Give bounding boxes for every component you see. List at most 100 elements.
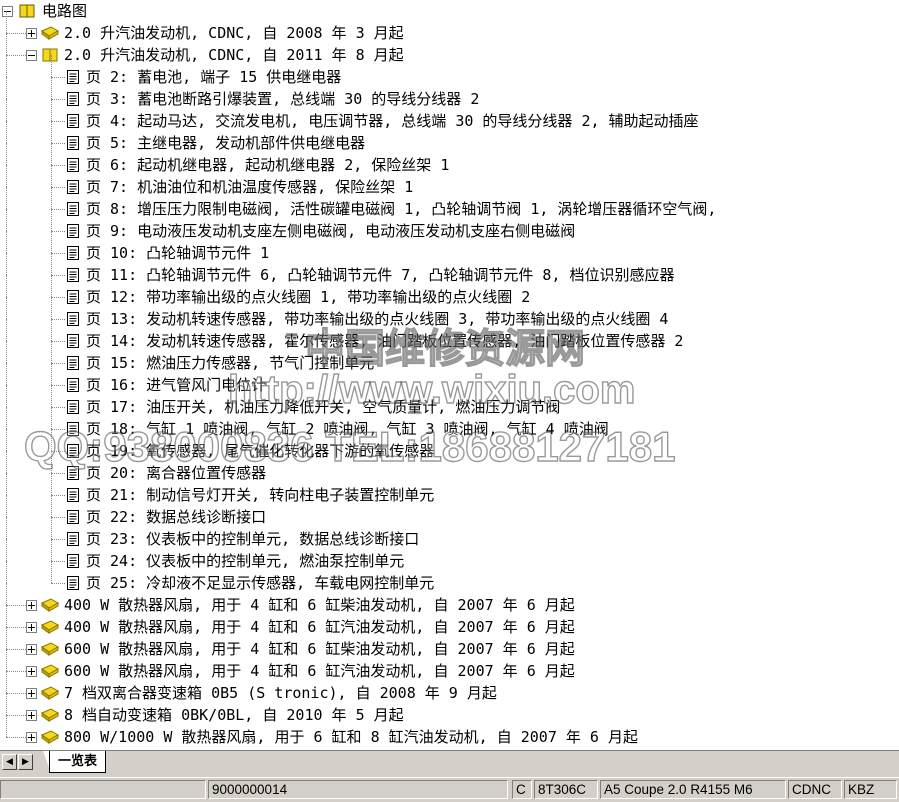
tree-page-item[interactable]: 页 24: 仪表板中的控制单元, 燃油泵控制单元 (0, 539, 899, 572)
tree-line (51, 209, 52, 231)
tree-page-item[interactable]: 页 4: 起动马达, 交流发电机, 电压调节器, 总线端 30 的导线分线器 2… (0, 99, 899, 132)
tree-page-label: 页 20: 离合器位置传感器 (86, 464, 267, 482)
tree-line (51, 319, 65, 320)
tree-page-item[interactable]: 页 12: 带功率输出级的点火线圈 1, 带功率输出级的点火线圈 2 (0, 275, 899, 308)
tree-line (51, 121, 65, 122)
tree-page-item[interactable]: 页 3: 蓄电池断路引爆装置, 总线端 30 的导线分线器 2 (0, 77, 899, 110)
document-page-icon (67, 224, 79, 238)
tree-line (6, 517, 7, 539)
tree-line (6, 99, 7, 121)
tree-root-label: 电路图 (42, 2, 88, 20)
tree-folder-item[interactable]: 600 W 散热器风扇, 用于 4 缸和 6 缸汽油发动机, 自 2007 年 … (0, 649, 899, 682)
collapse-toggle[interactable] (26, 50, 37, 61)
tree-line (51, 385, 65, 386)
tree-line (51, 55, 52, 77)
tab-overview[interactable]: 一览表 (49, 751, 107, 773)
tree-page-item[interactable]: 页 18: 气缸 1 喷油阀, 气缸 2 喷油阀, 气缸 3 喷油阀, 气缸 4… (0, 407, 899, 440)
tab-scroll-left-button[interactable]: ◀ (2, 754, 17, 770)
tree-line (6, 473, 7, 495)
tree-page-item[interactable]: 页 11: 凸轮轴调节元件 6, 凸轮轴调节元件 7, 凸轮轴调节元件 8, 档… (0, 253, 899, 286)
tree-page-label: 页 16: 进气管风门电位计 (86, 376, 267, 394)
wiring-diagram-tree[interactable]: 电路图 2.0 升汽油发动机, CDNC, 自 2008 年 3 月起 2.0 升… (0, 0, 899, 750)
tree-line (51, 473, 65, 474)
tree-line (6, 165, 7, 187)
tree-page-item[interactable]: 页 14: 发动机转速传感器, 霍尔传感器, 油门踏板位置传感器, 油门踏板位置… (0, 319, 899, 352)
tree-page-item[interactable]: 页 15: 燃油压力传感器, 节气门控制单元 (0, 341, 899, 374)
book-open-icon (19, 4, 35, 18)
tree-line (51, 583, 65, 584)
tree-line (51, 385, 52, 407)
tree-folder-item[interactable]: 8 档自动变速箱 0BK/0BL, 自 2010 年 5 月起 (0, 693, 899, 726)
tree-line (51, 209, 65, 210)
tree-page-item[interactable]: 页 19: 氧传感器, 尾气催化转化器下游的氧传感器 (0, 429, 899, 462)
expand-toggle[interactable] (26, 644, 37, 655)
tree-page-label: 页 10: 凸轮轴调节元件 1 (86, 244, 270, 262)
tree-page-item[interactable]: 页 22: 数据总线诊断接口 (0, 495, 899, 528)
tree-page-label: 页 18: 气缸 1 喷油阀, 气缸 2 喷油阀, 气缸 3 喷油阀, 气缸 4… (86, 420, 609, 438)
tree-folder-item[interactable]: 400 W 散热器风扇, 用于 4 缸和 6 缸汽油发动机, 自 2007 年 … (0, 605, 899, 638)
tree-page-item[interactable]: 页 8: 增压压力限制电磁阀, 活性碳罐电磁阀 1, 凸轮轴调节阀 1, 涡轮增… (0, 187, 899, 220)
tree-line (51, 561, 52, 583)
tree-folder-item[interactable]: 2.0 升汽油发动机, CDNC, 自 2008 年 3 月起 (0, 11, 899, 44)
document-page-icon (67, 246, 79, 260)
tree-page-item[interactable]: 页 9: 电动液压发动机支座左侧电磁阀, 电动液压发动机支座右侧电磁阀 (0, 209, 899, 242)
document-page-icon (67, 70, 79, 84)
document-page-icon (67, 114, 79, 128)
tree-line (6, 407, 7, 429)
tree-page-item[interactable]: 页 2: 蓄电池, 端子 15 供电继电器 (0, 55, 899, 88)
document-page-icon (67, 422, 79, 436)
document-page-icon (67, 290, 79, 304)
status-model: A5 Coupe 2.0 R4155 M6 (600, 780, 786, 799)
tree-line (6, 715, 7, 737)
tab-scroll-right-button[interactable]: ▶ (18, 754, 33, 770)
book-closed-icon (41, 686, 59, 700)
tree-line (51, 165, 65, 166)
tree-page-label: 页 4: 起动马达, 交流发电机, 电压调节器, 总线端 30 的导线分线器 2… (86, 112, 699, 130)
tree-page-item[interactable]: 页 25: 冷却液不足显示传感器, 车载电网控制单元 (0, 561, 899, 594)
tree-page-item[interactable]: 页 17: 油压开关, 机油压力降低开关, 空气质量计, 燃油压力调节阀 (0, 385, 899, 418)
expand-toggle[interactable] (26, 732, 37, 743)
expand-toggle[interactable] (26, 600, 37, 611)
tree-folder-item[interactable]: 800 W/1000 W 散热器风扇, 用于 6 缸和 8 缸汽油发动机, 自 … (0, 715, 899, 748)
tree-line (51, 99, 52, 121)
collapse-toggle[interactable] (2, 6, 13, 17)
document-page-icon (67, 92, 79, 106)
tree-folder-item[interactable]: 7 档双离合器变速箱 0B5 (S tronic), 自 2008 年 9 月起 (0, 671, 899, 704)
tree-line (51, 187, 65, 188)
tree-line (51, 99, 65, 100)
tree-page-item[interactable]: 页 10: 凸轮轴调节元件 1 (0, 231, 899, 264)
tree-folder-item[interactable]: 600 W 散热器风扇, 用于 4 缸和 6 缸柴油发动机, 自 2007 年 … (0, 627, 899, 660)
tree-line (51, 429, 65, 430)
tree-page-item[interactable]: 页 7: 机油油位和机油温度传感器, 保险丝架 1 (0, 165, 899, 198)
book-closed-icon (41, 664, 59, 678)
expand-toggle[interactable] (26, 28, 37, 39)
tree-line (6, 33, 26, 34)
tree-page-item[interactable]: 页 16: 进气管风门电位计 (0, 363, 899, 396)
tree-folder-item[interactable]: 400 W 散热器风扇, 用于 4 缸和 6 缸柴油发动机, 自 2007 年 … (0, 583, 899, 616)
tree-line (6, 561, 7, 583)
tree-page-item[interactable]: 页 20: 离合器位置传感器 (0, 451, 899, 484)
tree-line (6, 627, 26, 628)
expand-toggle[interactable] (26, 666, 37, 677)
document-page-icon (67, 180, 79, 194)
expand-toggle[interactable] (26, 688, 37, 699)
tree-page-label: 页 9: 电动液压发动机支座左侧电磁阀, 电动液压发动机支座右侧电磁阀 (86, 222, 576, 240)
tree-line (6, 55, 7, 77)
expand-toggle[interactable] (26, 710, 37, 721)
tree-line (6, 231, 7, 253)
tree-folder-label: 8 档自动变速箱 0BK/0BL, 自 2010 年 5 月起 (64, 706, 404, 724)
tree-line (6, 671, 7, 693)
tree-root[interactable]: 电路图 (0, 0, 899, 22)
status-c: C (512, 780, 532, 799)
tree-line (6, 209, 7, 231)
tree-page-item[interactable]: 页 13: 发动机转速传感器, 带功率输出级的点火线圈 3, 带功率输出级的点火… (0, 297, 899, 330)
tree-page-label: 页 7: 机油油位和机油温度传感器, 保险丝架 1 (86, 178, 414, 196)
tree-page-item[interactable]: 页 21: 制动信号灯开关, 转向柱电子装置控制单元 (0, 473, 899, 506)
tree-page-item[interactable]: 页 5: 主继电器, 发动机部件供电继电器 (0, 121, 899, 154)
tree-page-item[interactable]: 页 6: 起动机继电器, 起动机继电器 2, 保险丝架 1 (0, 143, 899, 176)
tree-folder-item[interactable]: 2.0 升汽油发动机, CDNC, 自 2011 年 8 月起 (0, 33, 899, 66)
tree-page-item[interactable]: 页 23: 仪表板中的控制单元, 数据总线诊断接口 (0, 517, 899, 550)
expand-toggle[interactable] (26, 622, 37, 633)
status-bar: 9000000014 C 8T306C A5 Coupe 2.0 R4155 M… (0, 777, 899, 802)
tree-line (51, 275, 65, 276)
